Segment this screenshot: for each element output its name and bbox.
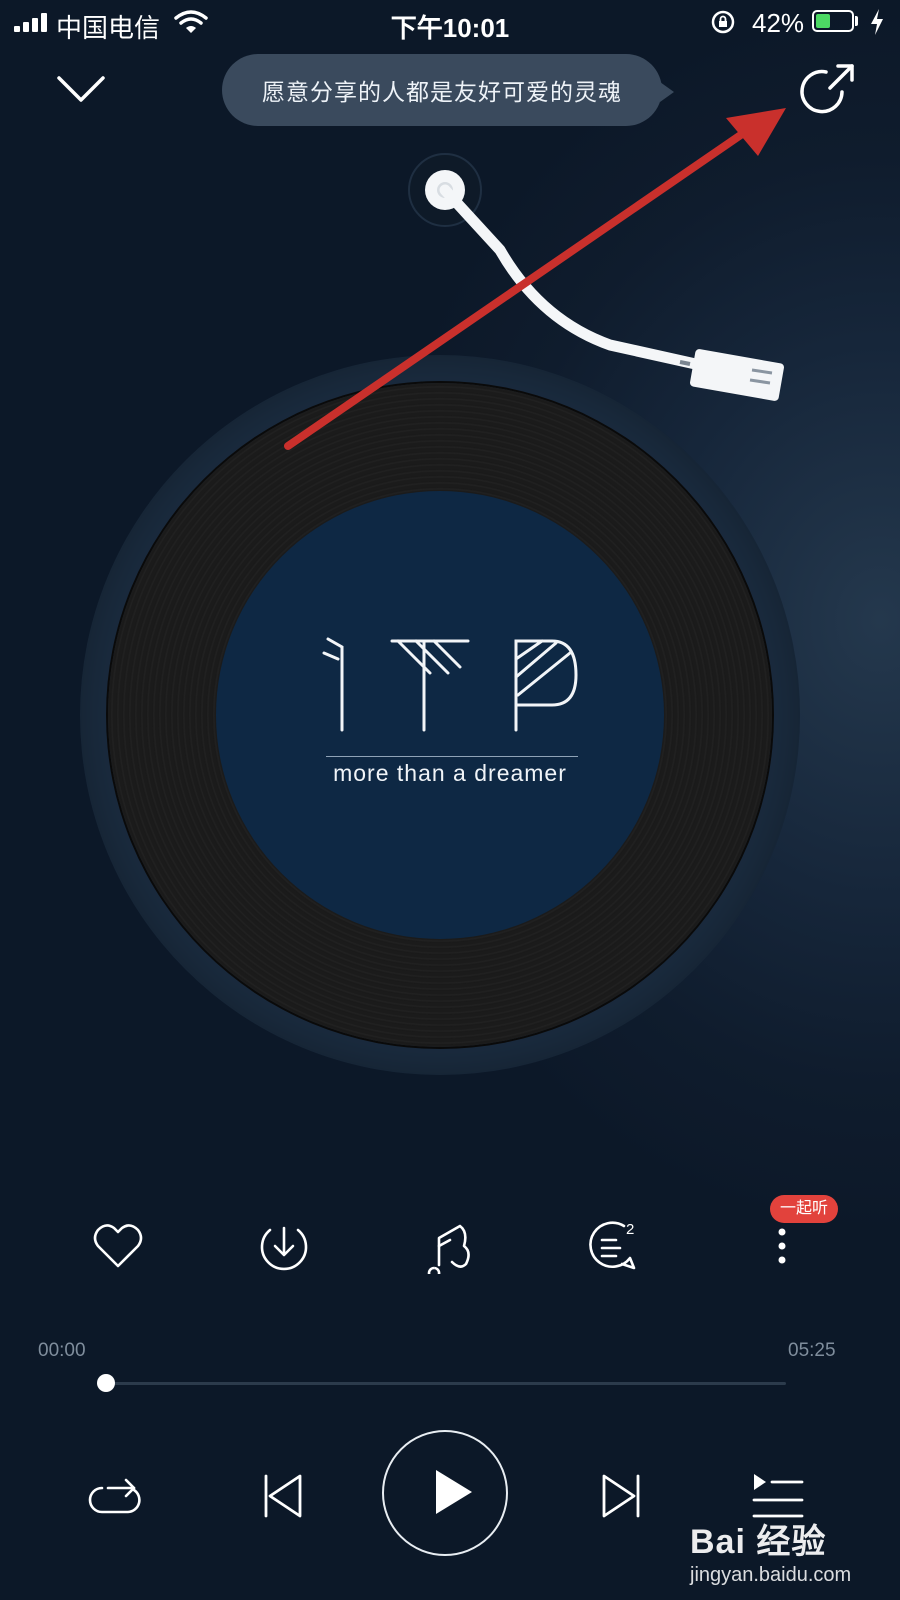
- charging-bolt-icon: [871, 9, 883, 35]
- watermark-url: jingyan.baidu.com: [690, 1564, 852, 1586]
- chevron-down-icon[interactable]: [55, 70, 107, 106]
- album-logo: [322, 637, 578, 732]
- comment-count: 2: [626, 1221, 634, 1238]
- watermark-brand: Bai 经验: [690, 1523, 827, 1561]
- progress-knob[interactable]: [97, 1374, 115, 1392]
- tonearm: [408, 153, 784, 401]
- status-bar: 中国电信 下午10:01 42%: [0, 0, 900, 44]
- listen-together-badge[interactable]: 一起听: [770, 1195, 839, 1223]
- watermark: Bai 经验 jingyan.baidu.com: [690, 1508, 900, 1600]
- battery-cap: [855, 16, 858, 26]
- progress-track[interactable]: [106, 1382, 786, 1385]
- heart-icon[interactable]: [90, 1218, 146, 1274]
- battery-percent: 42%: [752, 8, 805, 38]
- comment-icon[interactable]: 2: [586, 1218, 642, 1274]
- play-icon: [436, 1470, 472, 1514]
- total-time: 05:25: [788, 1340, 836, 1361]
- share-icon[interactable]: [796, 62, 856, 122]
- repeat-icon[interactable]: [88, 1468, 148, 1524]
- sound-effect-icon[interactable]: [420, 1218, 476, 1274]
- previous-icon[interactable]: [254, 1468, 314, 1524]
- download-icon[interactable]: [256, 1218, 312, 1274]
- share-tooltip-tail: [660, 82, 674, 102]
- rotation-lock-icon: [711, 10, 735, 34]
- next-icon[interactable]: [590, 1468, 650, 1524]
- more-icon[interactable]: [754, 1218, 810, 1274]
- battery-icon: [812, 10, 854, 32]
- album-logo-underline: [326, 756, 578, 757]
- album-tagline: more than a dreamer: [333, 760, 567, 786]
- current-time: 00:00: [38, 1340, 86, 1361]
- share-tooltip: 愿意分享的人都是友好可爱的灵魂: [222, 54, 662, 126]
